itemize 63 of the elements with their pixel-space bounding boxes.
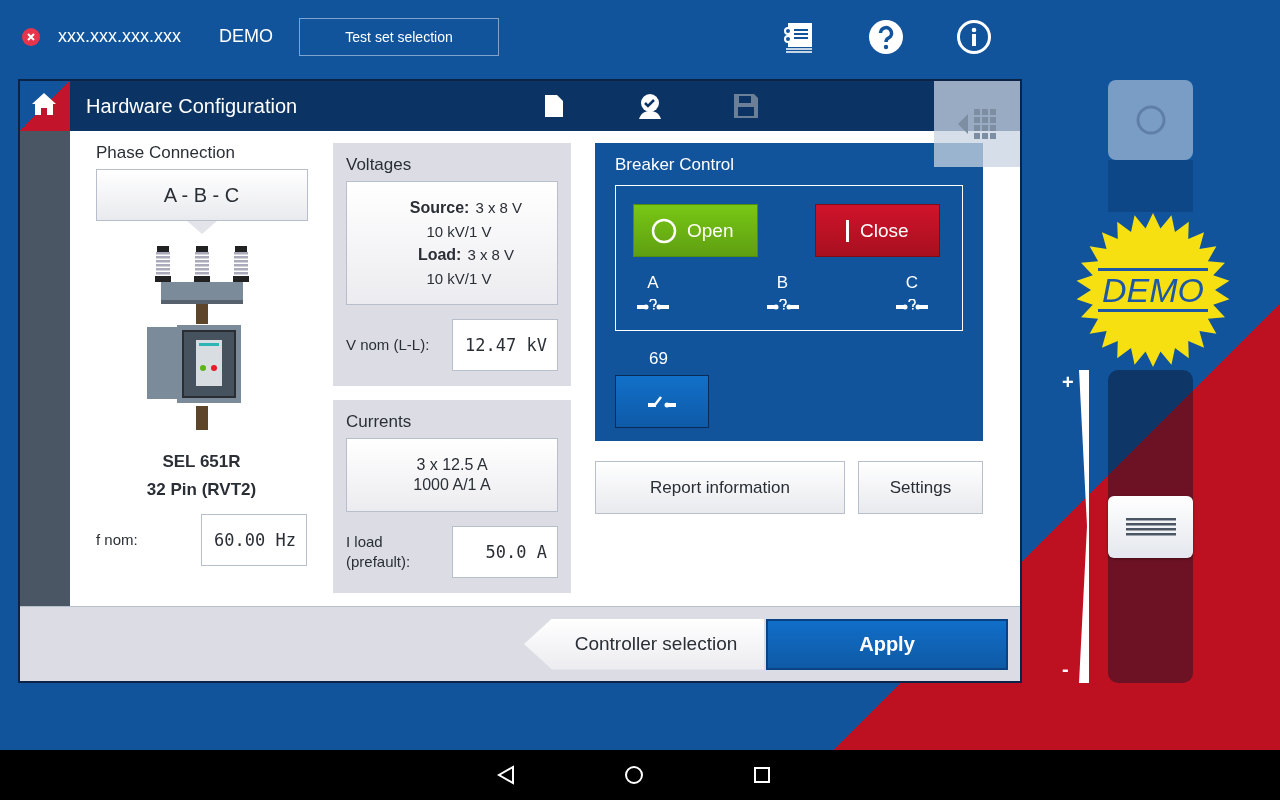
current-value: 3 x 12.5 A [416, 455, 488, 475]
scale-wedge-icon [1078, 370, 1089, 683]
section-title: Voltages [346, 155, 412, 175]
phase-label: C [905, 273, 919, 293]
switch-contact-icon [648, 394, 676, 409]
voltage-label: Load: [417, 246, 462, 264]
grip-icon [1125, 517, 1176, 536]
save-icon [734, 94, 758, 118]
demo-badge: DEMO [1076, 213, 1230, 367]
device-address: xxx.xxx.xxx.xxx [58, 26, 181, 47]
section-title: Breaker Control [615, 155, 735, 175]
close-button[interactable]: Close [815, 204, 940, 257]
toggle-knob[interactable] [1108, 80, 1193, 160]
minus-sign: - [1062, 659, 1070, 679]
home-button[interactable] [20, 81, 70, 131]
triangle-icon [497, 765, 515, 785]
section-title: Phase Connection [96, 143, 235, 163]
phase-connection-select[interactable]: A - B - C [95, 169, 308, 221]
mode-label: DEMO [219, 26, 273, 47]
info-icon [957, 19, 991, 54]
controller-selection-button[interactable]: Controller selection [524, 618, 764, 670]
circle-icon [624, 765, 644, 785]
f-nom-field[interactable]: 60.00 Hz [201, 514, 307, 566]
document-icon [545, 95, 563, 117]
test-set-selection-button[interactable]: Test set selection [299, 17, 499, 56]
action-button[interactable]: Settings [858, 461, 983, 514]
f-nom-label: f nom: [96, 529, 138, 550]
device-name: SEL 651R [162, 452, 241, 472]
callout-pointer [186, 221, 217, 234]
section-title: Currents [346, 412, 412, 432]
slider-thumb[interactable] [1108, 495, 1193, 558]
v-nom-label: V nom (L-L): [346, 334, 430, 355]
unknown-contact-icon [766, 299, 799, 311]
unknown-contact-icon [896, 299, 928, 311]
phase-label: A [647, 273, 659, 293]
grid-icon [974, 109, 996, 139]
current-ratio: 1000 A/1 A [413, 475, 491, 495]
device-wiring: 32 Pin (RVT2) [146, 480, 257, 500]
caret-left-icon [958, 114, 968, 134]
help-icon [869, 19, 903, 54]
unknown-contact-icon [637, 299, 669, 311]
window-title: Hardware Configuration [86, 94, 299, 118]
phase-label: B [776, 273, 789, 293]
bar-icon [846, 219, 850, 242]
voltage-ratio: 10 kV/1 V [426, 223, 492, 240]
voltage-value: 3 x 8 V [475, 199, 523, 216]
user-check-icon [637, 93, 663, 119]
plus-sign: + [1062, 372, 1074, 392]
voltage-label: Source: [409, 199, 470, 217]
circle-icon [651, 217, 677, 244]
voltage-ratio: 10 kV/1 V [426, 270, 492, 287]
home-icon [32, 93, 56, 115]
square-icon [753, 766, 771, 784]
i-load-label: I load (prefault): [346, 531, 412, 572]
action-button[interactable]: Report information [595, 461, 845, 514]
i-load-field[interactable]: 50.0 A [452, 526, 558, 578]
manual-icon [782, 20, 814, 53]
v-nom-field[interactable]: 12.47 kV [452, 319, 558, 371]
voltage-value: 3 x 8 V [467, 246, 515, 263]
apply-button[interactable]: Apply [766, 618, 1008, 670]
recloser-button[interactable] [615, 375, 709, 428]
circle-icon [1134, 104, 1167, 136]
recloser-label: 69 [649, 349, 669, 369]
